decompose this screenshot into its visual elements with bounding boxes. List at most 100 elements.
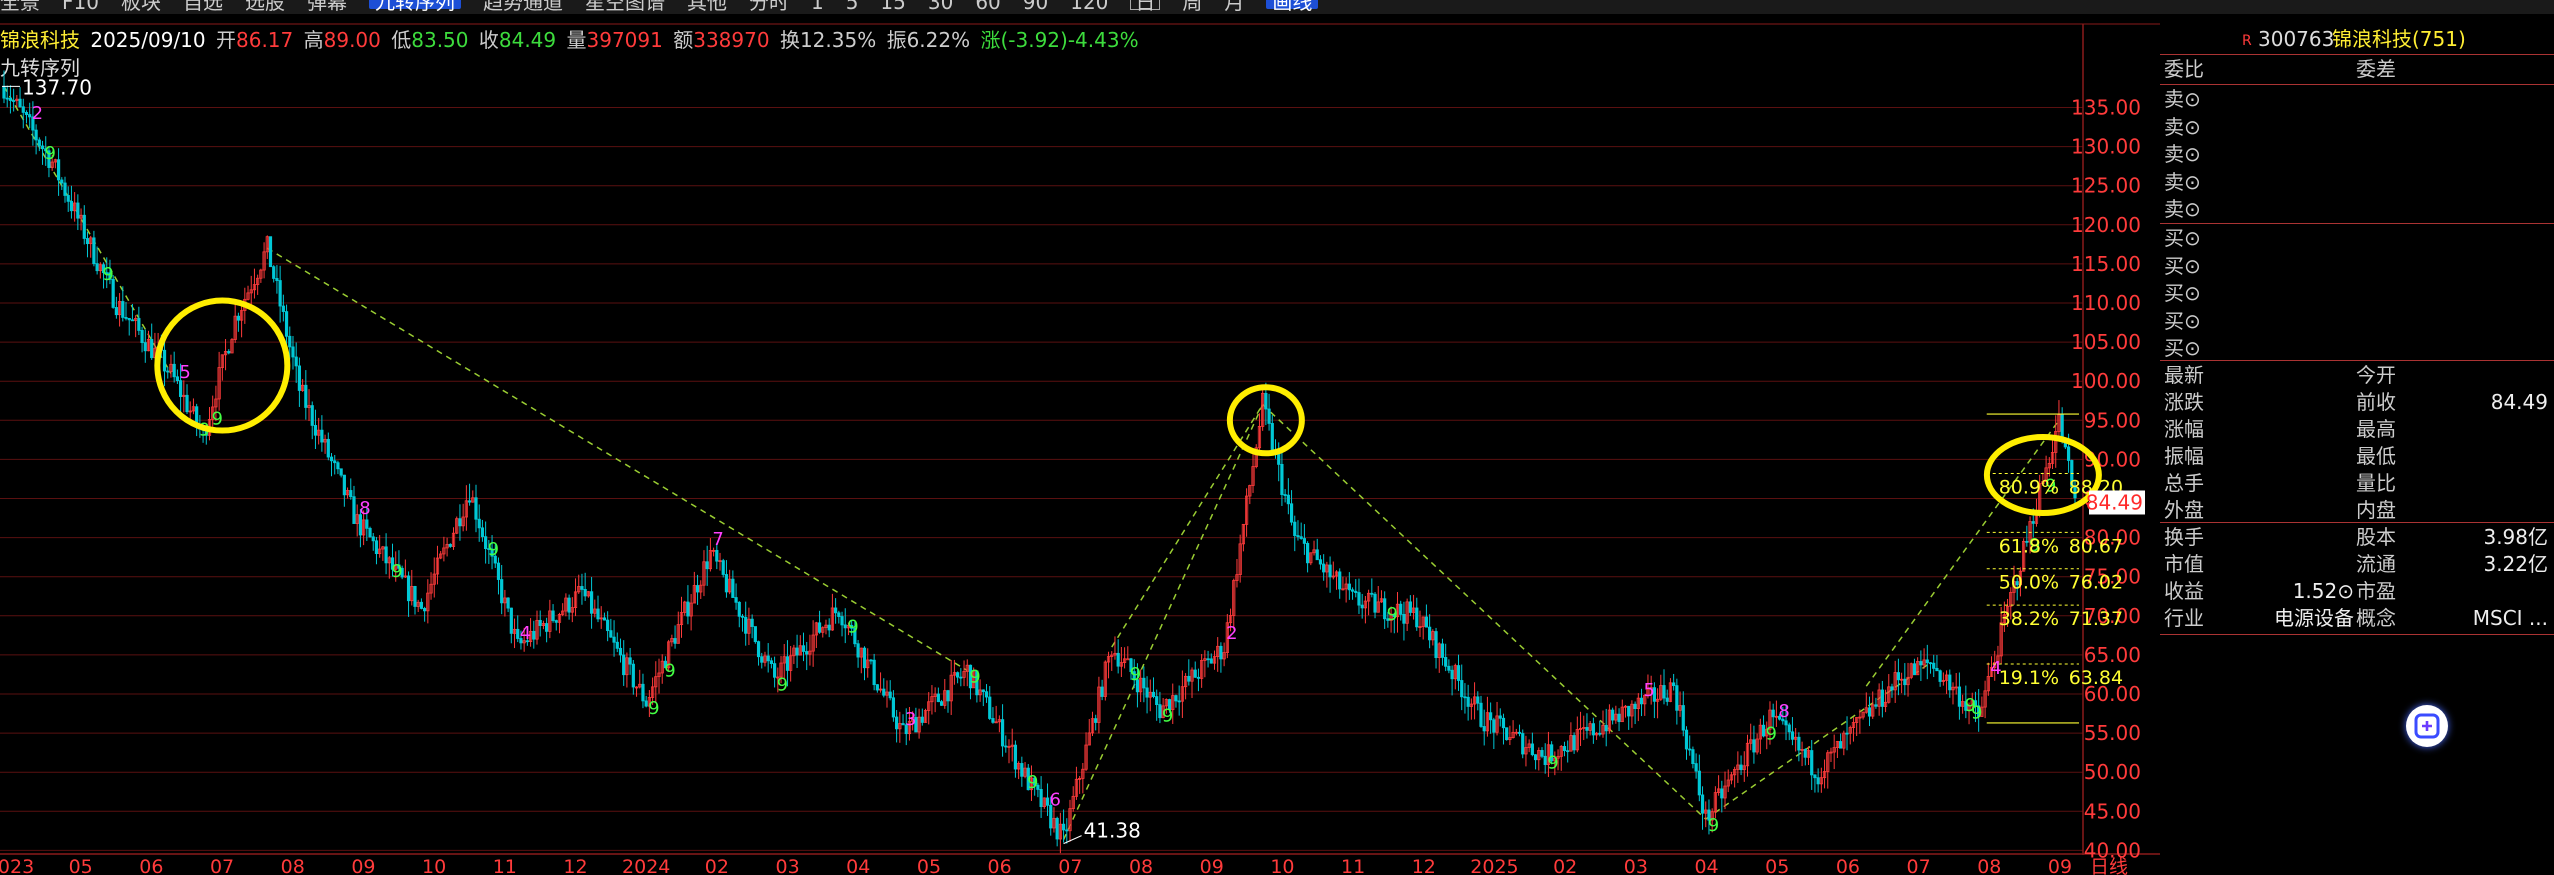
- candle-body: [1476, 696, 1480, 704]
- candle-body: [936, 693, 940, 703]
- candle-body: [95, 263, 99, 272]
- candle-body: [1116, 652, 1120, 667]
- candle-body: [275, 278, 279, 281]
- candle-body: [178, 380, 183, 397]
- candle-body: [1639, 697, 1644, 705]
- sell-level-1: 卖⊙: [2164, 197, 2201, 221]
- candle-body: [1270, 423, 1274, 451]
- candle-body: [172, 363, 176, 378]
- nine-turn-marker: 4: [520, 623, 531, 644]
- candle-body: [1938, 670, 1942, 682]
- nine-turn-marker: 3: [905, 709, 916, 730]
- nine-turn-marker: 9: [1130, 664, 1141, 685]
- candle-body: [509, 607, 513, 634]
- stat-label: 流通: [2356, 552, 2396, 576]
- candle-body: [1004, 745, 1008, 748]
- candle-body: [1402, 614, 1406, 624]
- candle-body: [1517, 731, 1522, 734]
- candle-body: [1296, 535, 1300, 538]
- candle-body: [1572, 735, 1576, 751]
- candle-body: [862, 647, 867, 669]
- candle-body: [1289, 503, 1294, 523]
- candle-body: [1839, 741, 1843, 749]
- candle-body: [288, 335, 292, 348]
- candle-body: [458, 518, 462, 527]
- panel-stock-name: 锦浪科技(751): [2332, 27, 2466, 51]
- candle-body: [715, 549, 719, 562]
- candle-body: [801, 645, 806, 652]
- candle-body: [12, 100, 16, 102]
- candle-body: [2066, 446, 2071, 461]
- candle-body: [606, 619, 610, 632]
- candle-body: [137, 318, 141, 331]
- candle-body: [760, 656, 764, 663]
- candle-body: [1505, 727, 1509, 741]
- candle-body: [1415, 607, 1419, 628]
- nine-turn-marker: 9: [1387, 604, 1398, 625]
- candle-body: [1322, 563, 1326, 573]
- candle-body: [753, 626, 757, 643]
- candle-body: [1283, 494, 1287, 496]
- candle-body: [1158, 704, 1162, 719]
- candle-body: [622, 654, 626, 676]
- candle-body: [1604, 724, 1608, 732]
- candle-body: [1617, 713, 1621, 723]
- candle-body: [474, 497, 478, 520]
- candle-body: [1591, 723, 1595, 736]
- candle-body: [477, 518, 481, 529]
- candle-body: [1428, 626, 1432, 641]
- y-tick-label: 105.00: [2071, 330, 2141, 354]
- candle-body: [834, 607, 838, 614]
- candle-body: [1903, 678, 1907, 686]
- candle-body: [82, 214, 86, 239]
- candle-body: [413, 586, 417, 607]
- candle-body: [1598, 732, 1602, 735]
- fib-pct-label: 38.2%: [1999, 608, 2059, 630]
- candlestick-chart[interactable]: 九转序列 135.00130.00125.00120.00115.00110.0…: [0, 0, 2160, 875]
- candle-body: [756, 641, 761, 658]
- candle-body: [567, 597, 571, 613]
- candle-body: [1566, 750, 1570, 753]
- x-tick-label: 09: [1200, 856, 1224, 875]
- candle-body: [1919, 661, 1923, 666]
- x-tick-label: 04: [1694, 856, 1718, 875]
- candle-body: [1611, 709, 1615, 721]
- nine-turn-marker: 9: [45, 143, 56, 164]
- candle-body: [1739, 764, 1743, 771]
- nine-turn-marker: 9: [1708, 815, 1719, 836]
- x-tick-label: 03: [1624, 856, 1648, 875]
- candle-body: [946, 690, 950, 702]
- candle-body: [888, 691, 892, 699]
- candle-body: [805, 651, 809, 655]
- candle-body: [1174, 695, 1178, 702]
- buy-level-4: 买⊙: [2164, 308, 2201, 333]
- candle-body: [1957, 686, 1962, 707]
- candle-body: [1543, 755, 1547, 765]
- candle-body: [384, 546, 388, 564]
- nine-turn-marker: 9: [102, 264, 113, 285]
- candle-body: [1370, 592, 1374, 595]
- candle-body: [349, 490, 353, 498]
- candle-body: [143, 342, 147, 352]
- stat-label: 内盘: [2356, 498, 2396, 522]
- candle-body: [609, 630, 613, 638]
- candle-body: [1681, 705, 1685, 731]
- stat-value: 1.52⊙: [2292, 579, 2354, 603]
- sell-level-3: 卖⊙: [2164, 142, 2201, 166]
- stat-label: 最新: [2164, 363, 2204, 387]
- candle-body: [1286, 494, 1290, 505]
- assistant-button[interactable]: [2406, 705, 2448, 747]
- candle-body: [1761, 724, 1766, 737]
- candle-body: [339, 468, 343, 476]
- candle-body: [467, 500, 472, 503]
- candle-body: [1810, 750, 1814, 776]
- candle-body: [291, 346, 295, 358]
- candle-body: [365, 519, 369, 529]
- stat-label: 前收: [2356, 390, 2396, 414]
- candle-body: [1373, 593, 1377, 613]
- candle-body: [1752, 739, 1756, 753]
- candle-body: [1177, 700, 1181, 703]
- candle-body: [769, 660, 773, 664]
- x-tick-label: 08: [281, 856, 305, 875]
- candle-body: [641, 683, 645, 702]
